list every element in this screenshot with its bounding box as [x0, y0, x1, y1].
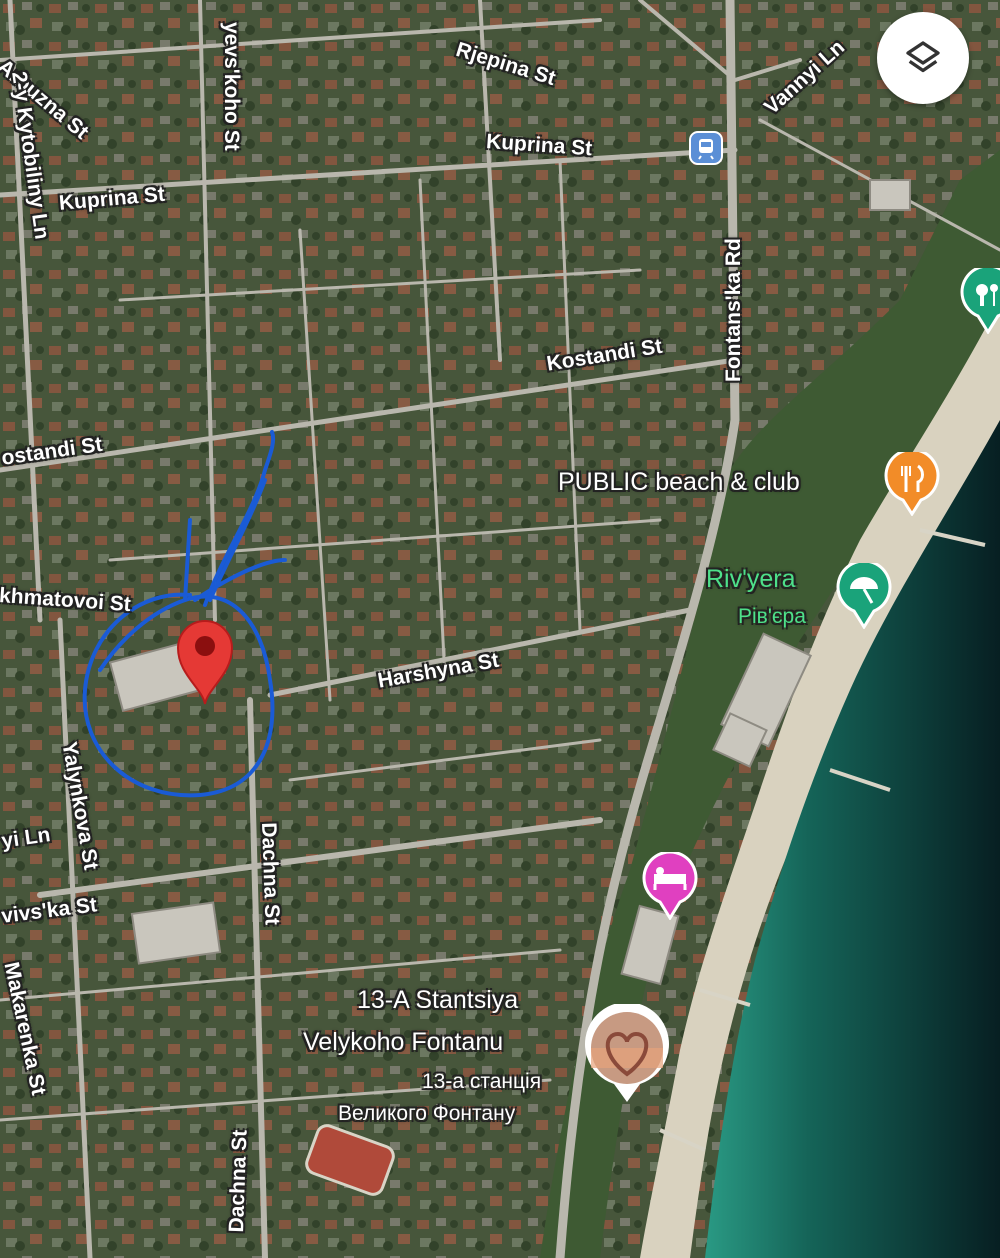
beach-marker[interactable]: [836, 559, 892, 634]
transit-station-icon: [689, 131, 723, 165]
street-label-fontanska: Fontans'ka Rd: [722, 238, 745, 382]
beach-umbrella-icon: [836, 559, 892, 630]
park-icon: [960, 264, 1000, 335]
poi-label-stantsiya-line1[interactable]: 13-A Stantsiya: [357, 986, 518, 1015]
hotel-bed-icon: [642, 850, 698, 921]
poi-label-public-beach[interactable]: PUBLIC beach & club: [558, 468, 800, 497]
transit-station-marker[interactable]: [688, 130, 724, 171]
place-photo-icon: [585, 1002, 669, 1102]
building: [130, 901, 222, 965]
place-photo-marker[interactable]: [582, 1002, 672, 1109]
restaurant-marker[interactable]: [884, 448, 940, 521]
poi-label-rivyera-local: Рів'єра: [738, 605, 806, 628]
street-label-dachna-mid: Dachna St: [257, 822, 284, 926]
park-marker[interactable]: [960, 264, 1000, 339]
layers-button[interactable]: [877, 12, 969, 104]
street-label-dachna-bottom: Dachna St: [225, 1129, 252, 1233]
hotel-marker[interactable]: [642, 850, 698, 925]
fork-knife-icon: [884, 448, 940, 517]
poi-label-stantsiya-local1: 13-а станція: [422, 1070, 542, 1093]
poi-label-stantsiya-local2: Великого Фонтану: [338, 1102, 516, 1125]
location-pin-icon: [176, 620, 234, 705]
selected-location-pin[interactable]: [174, 616, 236, 711]
poi-label-stantsiya-line2[interactable]: Velykoho Fontanu: [303, 1028, 503, 1057]
street-label-yevs: yevs'koho St: [220, 22, 243, 151]
poi-label-rivyera[interactable]: Riv'yera: [706, 565, 796, 594]
building: [869, 179, 911, 211]
layers-icon: [906, 41, 940, 73]
